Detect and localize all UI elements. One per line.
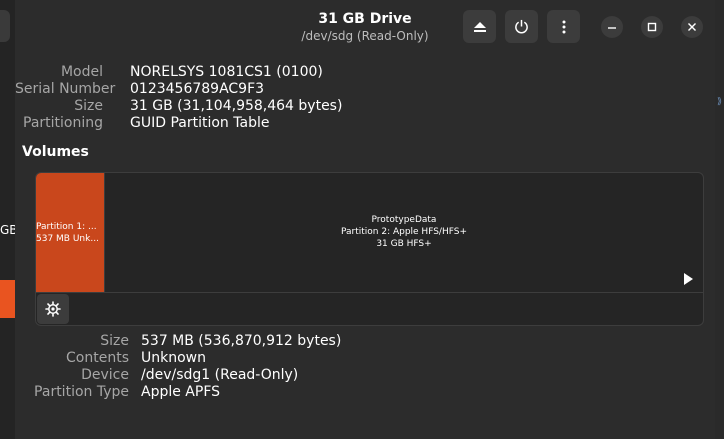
maximize-button[interactable] (641, 16, 663, 38)
partition-type-label: Partition Type (34, 384, 129, 400)
device-label: Device (81, 367, 129, 383)
contents-label: Contents (66, 350, 129, 366)
minimize-icon (608, 27, 616, 29)
partition-2-size: 31 GB HFS+ (376, 239, 432, 249)
gear-icon (45, 301, 61, 317)
partition-1-name: Partition 1: ... (36, 222, 97, 232)
model-value: NORELSYS 1081CS1 (0100) (130, 64, 323, 80)
serial-number-label: Serial Number (15, 81, 116, 97)
device-value: /dev/sdg1 (Read-Only) (141, 367, 299, 383)
background-window-strip: ⟫ (715, 0, 724, 439)
play-icon[interactable] (684, 273, 693, 285)
partition-1-text: Partition 1: ... 537 MB Unk... (36, 221, 104, 245)
power-icon (515, 19, 528, 34)
background-mark: ⟫ (717, 97, 723, 107)
partition-2-type: Partition 2: Apple HFS/HFS+ (340, 227, 468, 237)
sidebar-selected-drive[interactable] (0, 280, 15, 318)
kebab-menu-icon (562, 20, 565, 33)
partition-type-value: Apple APFS (141, 384, 221, 400)
minimize-button[interactable] (601, 16, 623, 38)
partition-1-block[interactable]: Partition 1: ... 537 MB Unk... (36, 173, 105, 292)
close-icon (688, 23, 696, 31)
partition-settings-button[interactable] (37, 294, 69, 324)
power-off-button[interactable] (505, 10, 538, 43)
window-title: 31 GB Drive (318, 11, 412, 27)
maximize-icon (647, 22, 657, 32)
drive-details-pane: 31 GB Drive /dev/sdg (Read-Only) Model N… (15, 0, 715, 439)
partition-2-label: PrototypeData (371, 215, 437, 225)
eject-button[interactable] (463, 10, 496, 43)
volumes-toolbar-divider (36, 292, 703, 293)
drive-size-value: 31 GB (31,104,958,464 bytes) (130, 98, 343, 114)
model-label: Model (60, 64, 103, 80)
partition-size-label: Size (100, 333, 129, 349)
drive-menu-button[interactable] (547, 10, 580, 43)
partitioning-label: Partitioning (23, 115, 103, 131)
partitioning-value: GUID Partition Table (130, 115, 270, 131)
partition-1-size: 537 MB Unk... (36, 234, 99, 244)
contents-value: Unknown (141, 350, 206, 366)
volumes-heading: Volumes (22, 144, 89, 160)
sidebar: GB (0, 0, 18, 439)
headerbar: 31 GB Drive /dev/sdg (Read-Only) (15, 0, 715, 50)
partition-2-block[interactable]: PrototypeData Partition 2: Apple HFS/HFS… (105, 214, 703, 250)
window-subtitle: /dev/sdg (Read-Only) (301, 29, 429, 43)
partition-size-value: 537 MB (536,870,912 bytes) (141, 333, 342, 349)
drive-size-label: Size (74, 98, 103, 114)
close-button[interactable] (681, 16, 703, 38)
volumes-map: Partition 1: ... 537 MB Unk... Prototype… (35, 172, 704, 326)
serial-number-value: 0123456789AC9F3 (130, 81, 265, 97)
eject-icon (473, 21, 486, 32)
sidebar-top-button[interactable] (0, 10, 10, 42)
